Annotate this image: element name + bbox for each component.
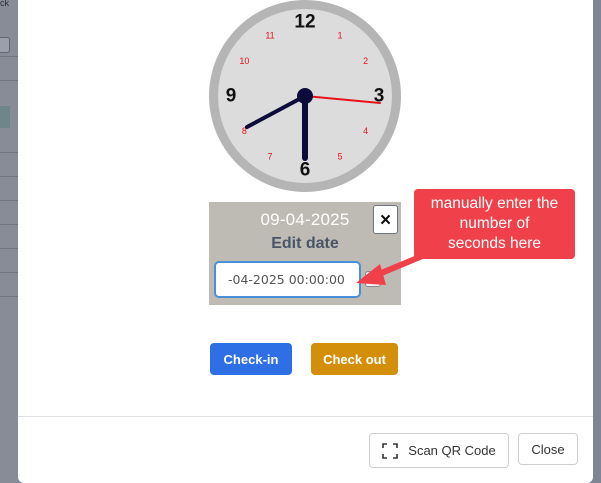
annotation-callout: manually enter the number of seconds her… [414, 189, 575, 259]
backdrop-row-divider [0, 296, 18, 297]
edit-date-label: Edit date [271, 235, 339, 252]
backdrop-row-divider [0, 176, 18, 177]
scan-frame-icon [382, 442, 399, 459]
clock-number-9: 9 [226, 86, 237, 107]
backdrop-row-divider [0, 224, 18, 225]
backdrop-row-divider [0, 152, 18, 153]
clock-number-6: 6 [300, 160, 311, 181]
backdrop-row-divider [0, 248, 18, 249]
calendar-picker-icon[interactable] [365, 271, 381, 287]
checkin-modal: 121234567891011 09-04-2025 × Edit date C… [18, 0, 593, 483]
close-button[interactable]: Close [518, 433, 578, 465]
clock-number-5: 5 [337, 152, 342, 162]
clock-number-12: 12 [294, 12, 315, 33]
clock-number-10: 10 [239, 56, 249, 66]
backdrop-row-divider [0, 56, 18, 57]
close-date-edit-button[interactable]: × [373, 205, 398, 234]
analog-clock: 121234567891011 [209, 0, 401, 192]
clock-center-pin [297, 88, 313, 104]
backdrop-row-divider [0, 272, 18, 273]
clock-number-2: 2 [363, 56, 368, 66]
backdrop-page: ck [0, 0, 18, 483]
backdrop-row-divider [0, 200, 18, 201]
backdrop-text: ck [0, 0, 9, 8]
date-edit-panel: 09-04-2025 × Edit date [209, 202, 401, 305]
backdrop-row-divider [0, 80, 18, 81]
datetime-input[interactable] [214, 261, 361, 298]
check-in-button[interactable]: Check-in [210, 343, 292, 375]
backdrop-dropdown [0, 37, 10, 53]
clock-number-11: 11 [265, 30, 274, 40]
backdrop-highlight-cell [0, 106, 10, 128]
scan-qr-code-label: Scan QR Code [408, 443, 496, 458]
clock-number-7: 7 [267, 152, 272, 162]
footer-divider [18, 416, 593, 417]
scan-qr-code-button[interactable]: Scan QR Code [369, 433, 509, 468]
callout-line-1: manually enter the [430, 195, 559, 212]
clock-number-1: 1 [337, 30, 342, 40]
callout-line-2: number of [459, 215, 530, 232]
callout-line-3: seconds here [447, 235, 542, 252]
clock-number-4: 4 [363, 126, 368, 136]
check-out-button[interactable]: Check out [311, 343, 398, 375]
